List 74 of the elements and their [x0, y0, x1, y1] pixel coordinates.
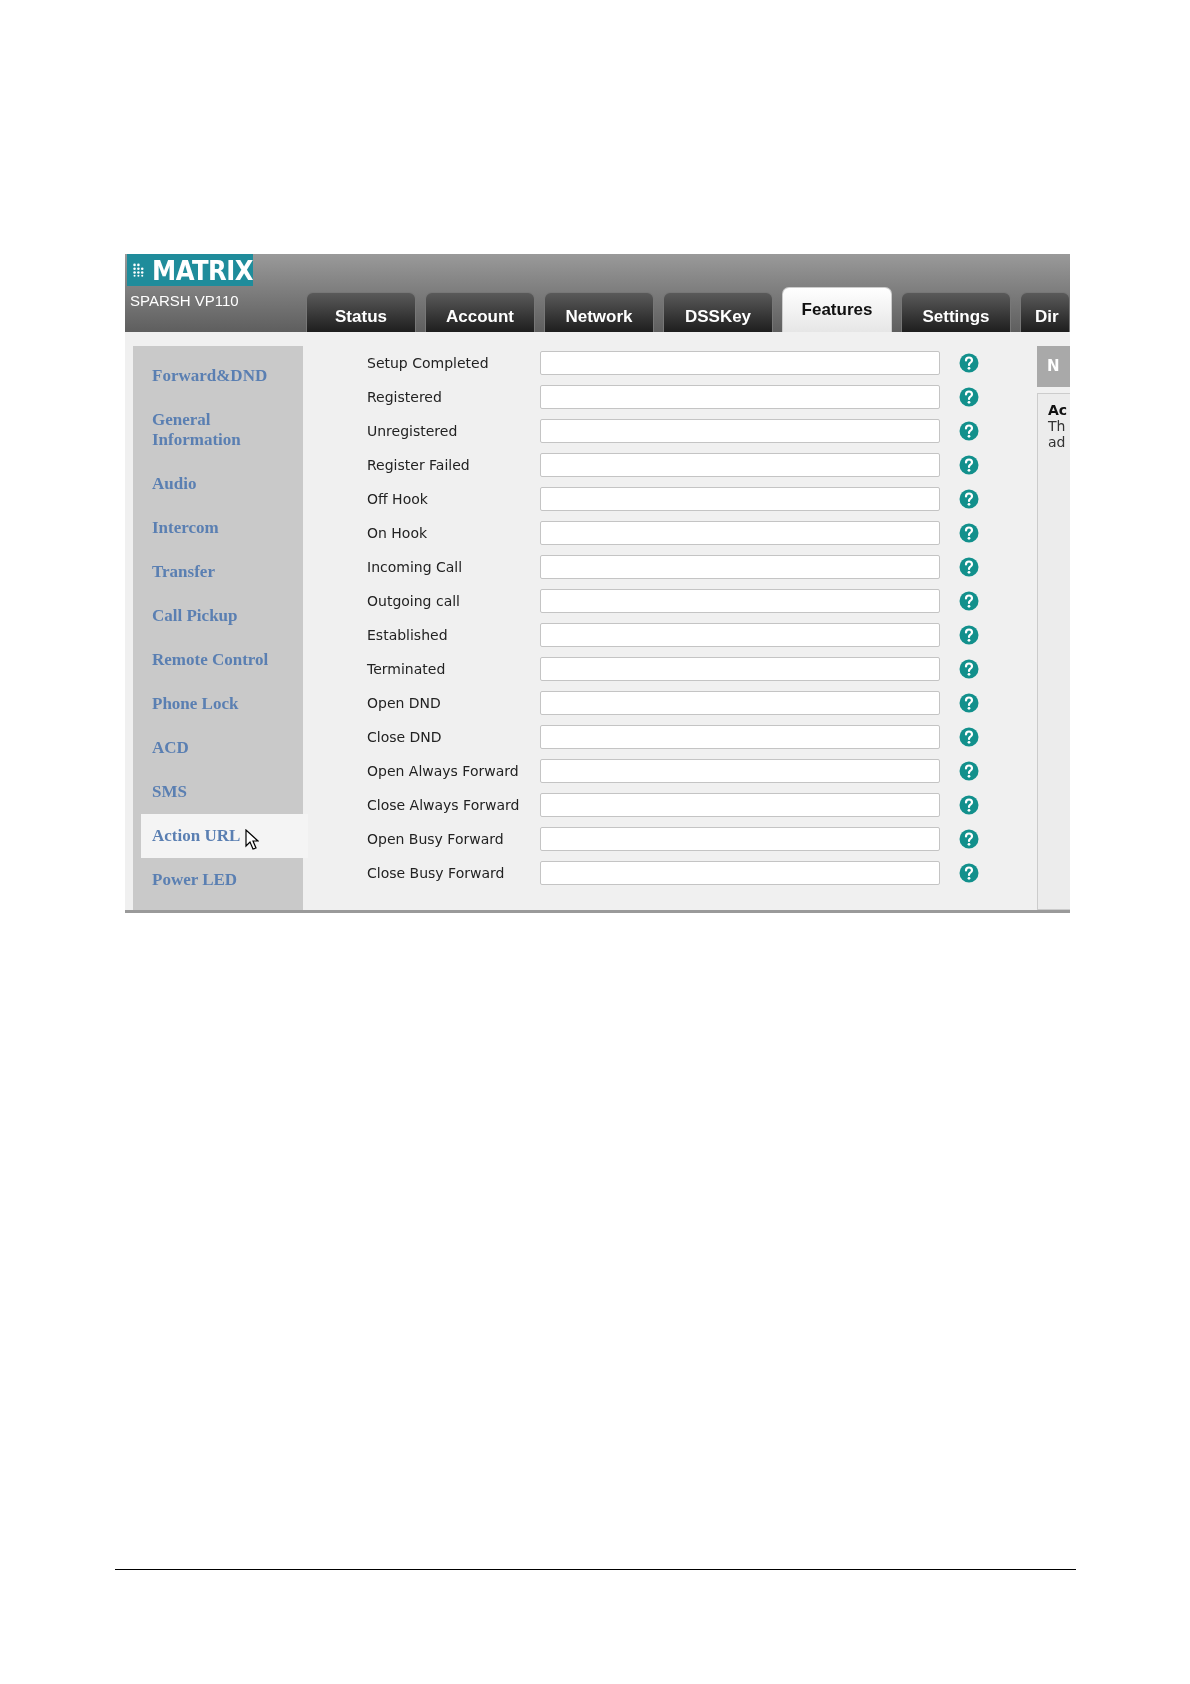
help-icon[interactable] — [959, 523, 979, 543]
sidebar-item[interactable]: Remote Control — [133, 638, 303, 682]
tab[interactable]: Settings — [901, 292, 1011, 332]
model-name: SPARSH VP110 — [129, 292, 240, 309]
input-field[interactable] — [540, 657, 940, 681]
sidebar-item[interactable]: Intercom — [133, 506, 303, 550]
note-text: ad — [1048, 434, 1067, 450]
help-icon[interactable] — [959, 693, 979, 713]
input-field[interactable] — [540, 691, 940, 715]
sidebar-item[interactable]: ACD — [133, 726, 303, 770]
field-label: Close DND — [367, 729, 443, 745]
help-icon[interactable] — [959, 625, 979, 645]
note-text: Th — [1048, 418, 1067, 434]
field-label: On Hook — [367, 525, 429, 541]
help-icon[interactable] — [959, 863, 979, 883]
sidebar-item[interactable]: Action URL — [141, 814, 308, 858]
help-icon[interactable] — [959, 353, 979, 373]
field-label: Close Busy Forward — [367, 865, 506, 881]
field-label: Open Busy Forward — [367, 831, 505, 847]
sidebar-item[interactable]: Call Pickup — [133, 594, 303, 638]
help-icon[interactable] — [959, 727, 979, 747]
tab[interactable]: DSSKey — [663, 292, 773, 332]
input-field[interactable] — [540, 861, 940, 885]
input-field[interactable] — [540, 521, 940, 545]
input-field[interactable] — [540, 759, 940, 783]
field-label: Open DND — [367, 695, 442, 711]
input-field[interactable] — [540, 589, 940, 613]
help-icon[interactable] — [959, 455, 979, 475]
field-label: Open Always Forward — [367, 763, 520, 779]
input-field[interactable] — [540, 487, 940, 511]
field-label: Incoming Call — [367, 559, 464, 575]
field-label: Terminated — [367, 661, 447, 677]
note-heading: Ac — [1048, 402, 1069, 418]
field-label: Close Always Forward — [367, 797, 521, 813]
sidebar-item[interactable]: Transfer — [133, 550, 303, 594]
tab[interactable]: Dir — [1020, 292, 1070, 332]
input-field[interactable] — [540, 623, 940, 647]
sidebar-item[interactable]: Phone Lock — [133, 682, 303, 726]
sidebar-item[interactable]: Power LED — [133, 858, 303, 902]
input-field[interactable] — [540, 351, 940, 375]
logo-text: MATRIX — [152, 256, 253, 284]
input-field[interactable] — [540, 793, 940, 817]
input-field[interactable] — [540, 725, 940, 749]
input-field[interactable] — [540, 827, 940, 851]
help-icon[interactable] — [959, 761, 979, 781]
input-field[interactable] — [540, 555, 940, 579]
field-label: Register Failed — [367, 457, 471, 473]
tab[interactable]: Status — [306, 292, 416, 332]
help-icon[interactable] — [959, 421, 979, 441]
help-icon[interactable] — [959, 591, 979, 611]
tab[interactable]: Account — [425, 292, 535, 332]
help-icon[interactable] — [959, 795, 979, 815]
help-icon[interactable] — [959, 829, 979, 849]
field-label: Established — [367, 627, 449, 643]
cursor-icon — [244, 829, 259, 851]
help-icon[interactable] — [959, 387, 979, 407]
note-title: N — [1037, 346, 1070, 387]
field-label: Registered — [367, 389, 443, 405]
field-label: Outgoing call — [367, 593, 461, 609]
field-label: Setup Completed — [367, 355, 490, 371]
input-field[interactable] — [540, 385, 940, 409]
help-icon[interactable] — [959, 557, 979, 577]
sidebar-item[interactable]: Audio — [133, 462, 303, 506]
input-field[interactable] — [540, 419, 940, 443]
tab[interactable]: Features — [782, 287, 892, 332]
field-label: Unregistered — [367, 423, 459, 439]
input-field[interactable] — [540, 453, 940, 477]
sidebar-item[interactable]: General Information — [133, 398, 303, 462]
help-icon[interactable] — [959, 659, 979, 679]
sidebar-item[interactable]: Forward&DND — [133, 354, 303, 398]
field-label: Off Hook — [367, 491, 429, 507]
help-icon[interactable] — [959, 489, 979, 509]
sidebar-item[interactable]: SMS — [133, 770, 303, 814]
tab[interactable]: Network — [544, 292, 654, 332]
